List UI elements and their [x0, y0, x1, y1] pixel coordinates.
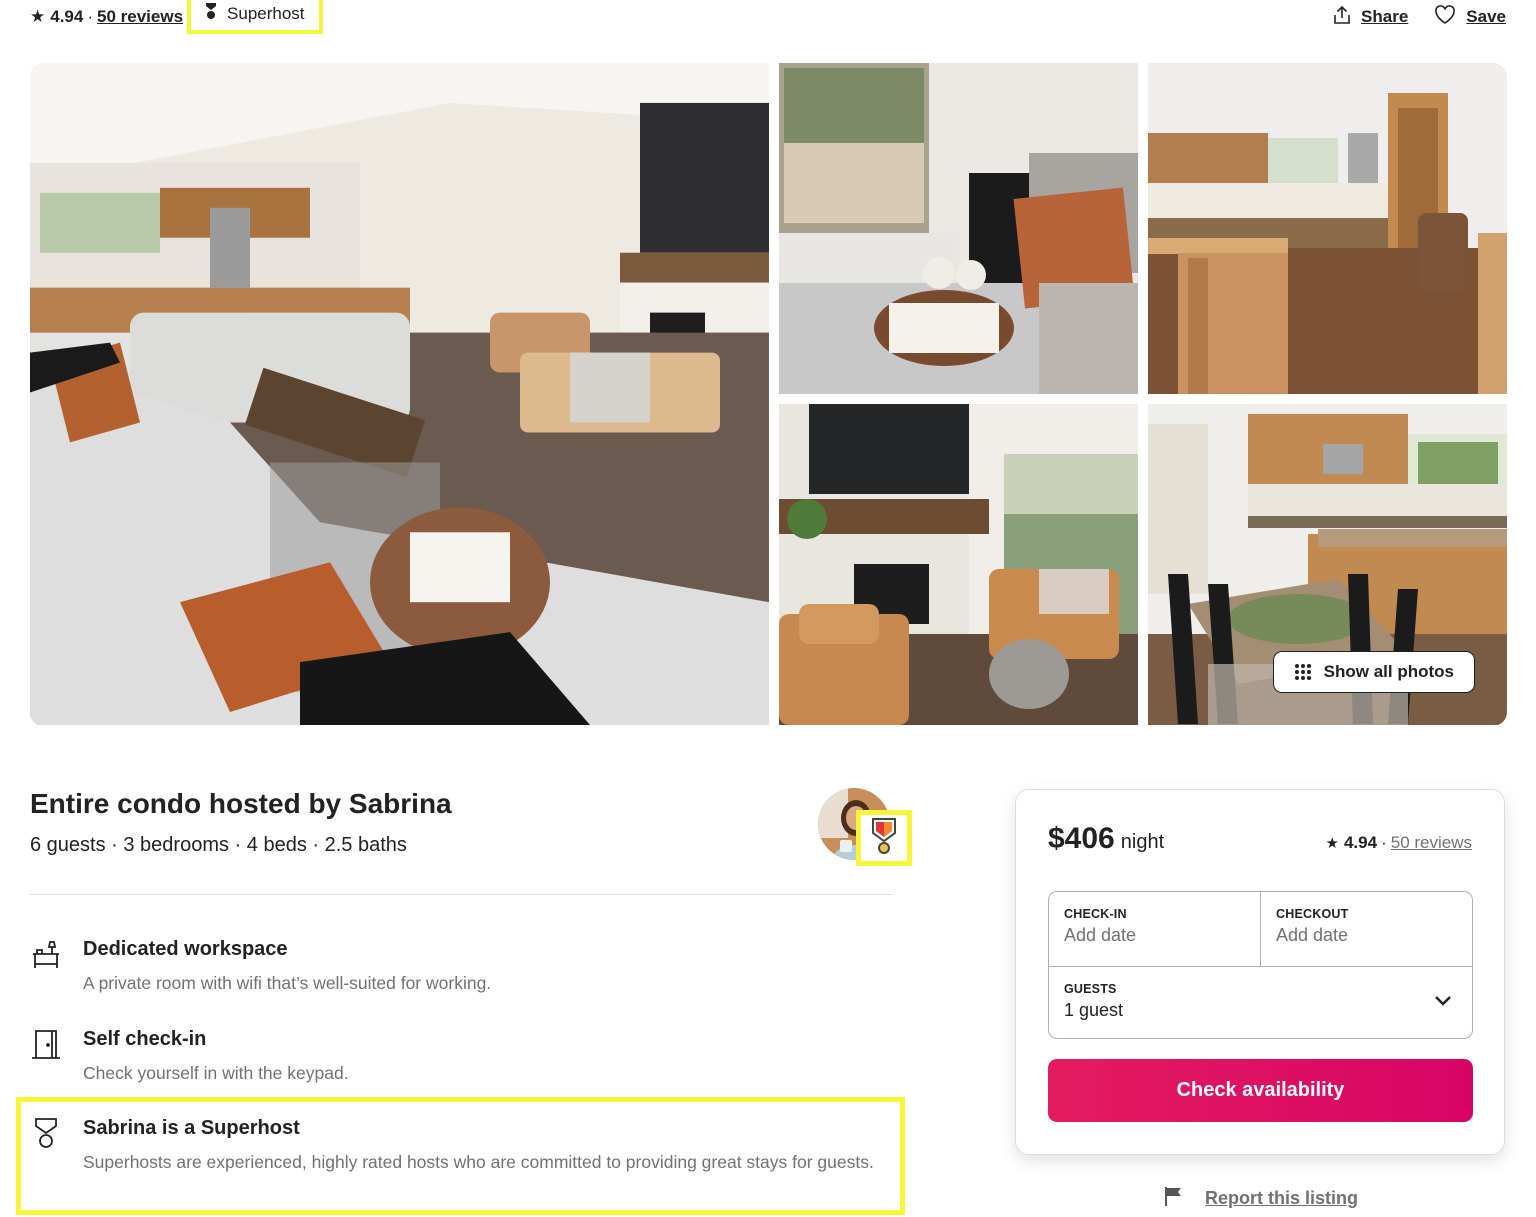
- feature-description: A private room with wifi that’s well-sui…: [83, 973, 492, 993]
- photo-5[interactable]: Show all photos: [1148, 404, 1507, 725]
- desk-icon: [30, 938, 62, 970]
- listing-title: Entire condo hosted by Sabrina: [30, 788, 452, 819]
- photo-2[interactable]: [779, 63, 1138, 394]
- heart-icon: [1434, 4, 1456, 30]
- host-avatar[interactable]: [818, 788, 912, 866]
- nightly-price: $406: [1048, 822, 1115, 855]
- checkout-field[interactable]: CHECKOUT Add date: [1261, 892, 1472, 966]
- card-reviews-link[interactable]: 50 reviews: [1391, 833, 1472, 853]
- show-all-photos-label: Show all photos: [1323, 662, 1454, 681]
- rating-value: 4.94: [1343, 833, 1378, 852]
- price-unit: night: [1120, 831, 1165, 853]
- separator: ·: [1381, 833, 1387, 852]
- star-icon: ★: [1325, 835, 1339, 852]
- superhost-badge: Superhost: [187, 0, 323, 34]
- guests-select[interactable]: GUESTS 1 guest: [1049, 966, 1472, 1038]
- photo-3[interactable]: [1148, 63, 1507, 394]
- feature-description: Check yourself in with the keypad.: [83, 1063, 349, 1083]
- checkin-value: Add date: [1064, 925, 1137, 945]
- annotation-highlight: [16, 1097, 905, 1215]
- date-guest-picker: CHECK-IN Add date CHECKOUT Add date GUES…: [1048, 891, 1473, 1039]
- report-listing-label: Report this listing: [1205, 1188, 1358, 1208]
- save-label: Save: [1466, 7, 1506, 26]
- chevron-down-icon: [1434, 994, 1452, 1012]
- card-rating-summary: ★ 4.94 · 50 reviews: [1326, 833, 1472, 853]
- section-divider: [30, 894, 892, 895]
- report-listing-link[interactable]: Report this listing: [1163, 1186, 1358, 1211]
- share-button[interactable]: Share: [1333, 5, 1408, 30]
- living-room-photo: [30, 63, 769, 725]
- checkout-label: CHECKOUT: [1276, 907, 1349, 921]
- rating-summary: ★ 4.94 · 50 reviews Superhost: [30, 0, 323, 34]
- photo-4[interactable]: [779, 404, 1138, 725]
- feature-title: Self check-in: [83, 1028, 207, 1050]
- show-all-photos-button[interactable]: Show all photos: [1272, 651, 1475, 693]
- checkin-label: CHECK-IN: [1064, 907, 1127, 921]
- guests-label: GUESTS: [1064, 982, 1117, 996]
- fireplace-chairs-photo: [779, 404, 1138, 725]
- star-icon: ★: [30, 7, 46, 26]
- kitchen-office-photo: [1148, 63, 1507, 394]
- rating-value: 4.94: [50, 7, 84, 26]
- superhost-avatar-badge: [856, 810, 912, 866]
- photo-main[interactable]: [30, 63, 769, 725]
- superhost-label: Superhost: [227, 3, 305, 23]
- feature-title: Dedicated workspace: [83, 938, 288, 960]
- listing-details: 6 guests · 3 bedrooms · 4 beds · 2.5 bat…: [30, 834, 407, 856]
- door-icon: [30, 1028, 62, 1060]
- checkout-value: Add date: [1276, 925, 1349, 945]
- superhost-icon: [205, 2, 217, 25]
- reviews-link[interactable]: 50 reviews: [97, 7, 183, 27]
- separator: ·: [87, 7, 94, 26]
- guests-value: 1 guest: [1064, 1000, 1124, 1020]
- pillows-tray-photo: [779, 63, 1138, 394]
- checkin-field[interactable]: CHECK-IN Add date: [1049, 892, 1261, 966]
- superhost-medal-icon: [871, 817, 897, 860]
- booking-card: $406 night ★ 4.94 · 50 reviews CHECK-IN A…: [1015, 789, 1505, 1155]
- share-icon: [1333, 5, 1351, 30]
- check-availability-button[interactable]: Check availability: [1048, 1059, 1473, 1122]
- share-label: Share: [1361, 7, 1409, 26]
- listing-header-bar: ★ 4.94 · 50 reviews Superhost Share Save: [30, 0, 1506, 34]
- flag-icon: [1163, 1186, 1183, 1211]
- grid-dots-icon: [1294, 663, 1312, 681]
- photo-gallery: Show all photos: [30, 63, 1507, 726]
- save-button[interactable]: Save: [1434, 4, 1506, 30]
